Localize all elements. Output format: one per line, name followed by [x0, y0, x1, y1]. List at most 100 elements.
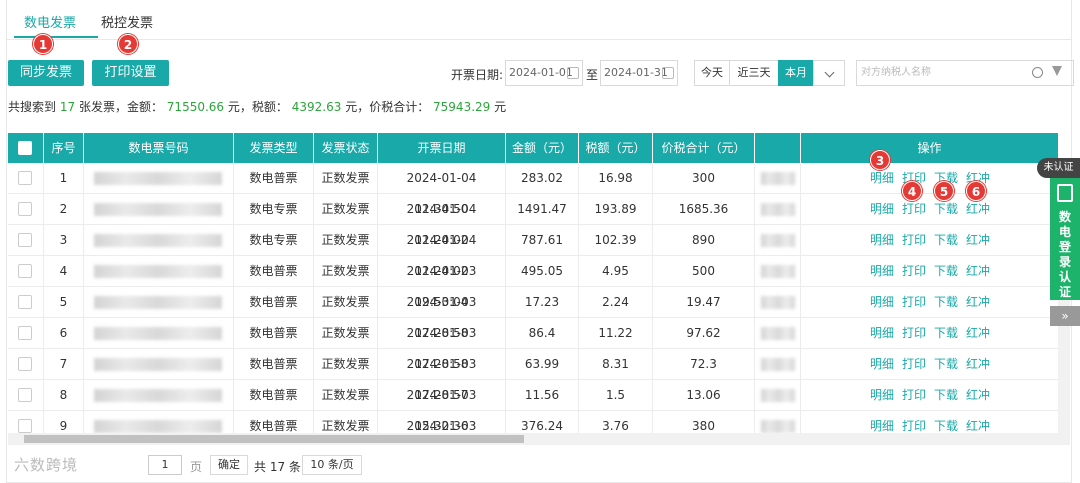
table-row[interactable]: 1 数电普票 正数发票 2024-01-04 11:34:50 283.02 16.98 3… — [8, 163, 1058, 216]
horizontal-scrollbar[interactable] — [8, 433, 1070, 445]
redacted-text — [761, 420, 795, 433]
row-checkbox[interactable] — [18, 419, 32, 433]
redacted-text — [761, 389, 795, 402]
download-link[interactable]: 下载 — [934, 264, 958, 278]
download-link[interactable]: 下载 — [934, 357, 958, 371]
row-checkbox[interactable] — [18, 295, 32, 309]
range-today-button[interactable]: 今天 — [694, 60, 730, 86]
row-actions: 明细 打印 下载 红冲 — [870, 225, 998, 256]
range-dropdown-button[interactable] — [813, 60, 845, 86]
page-size-select[interactable]: 10 条/页 — [302, 455, 362, 475]
print-link[interactable]: 打印 — [902, 326, 926, 340]
detail-link[interactable]: 明细 — [870, 326, 894, 340]
red-reverse-link[interactable]: 红冲 — [966, 419, 990, 433]
print-link[interactable]: 打印 — [902, 419, 926, 433]
download-link[interactable]: 下载 — [934, 233, 958, 247]
row-amount: 283.02 — [506, 163, 579, 194]
row-invoice-number-redacted — [84, 287, 234, 318]
header-total: 价税合计（元） — [653, 133, 755, 163]
row-select-cell — [8, 318, 44, 349]
redacted-text — [761, 358, 795, 371]
detail-link[interactable]: 明细 — [870, 357, 894, 371]
invoice-tabs: 数电发票 税控发票 — [6, 0, 1072, 40]
select-all-checkbox[interactable] — [18, 141, 32, 155]
range-three-days-button[interactable]: 近三天 — [729, 60, 779, 86]
download-link[interactable]: 下载 — [934, 326, 958, 340]
row-invoice-status: 正数发票 — [314, 194, 378, 225]
row-checkbox[interactable] — [18, 326, 32, 340]
row-invoice-type: 数电普票 — [234, 318, 314, 349]
download-link[interactable]: 下载 — [934, 388, 958, 402]
callout-badge-4: 4 — [902, 181, 922, 201]
red-reverse-link[interactable]: 红冲 — [966, 264, 990, 278]
detail-link[interactable]: 明细 — [870, 295, 894, 309]
callout-badge-2: 2 — [118, 34, 138, 54]
table-row[interactable]: 9 数电普票正数发票2024-01-03 13:02:21376.243.7638… — [8, 411, 1058, 433]
tab-digital-invoice[interactable]: 数电发票 — [24, 12, 76, 31]
row-checkbox[interactable] — [18, 264, 32, 278]
red-reverse-link[interactable]: 红冲 — [966, 233, 990, 247]
row-total: 1685.36 — [653, 194, 755, 225]
collapse-panel-button[interactable]: » — [1050, 306, 1080, 326]
table-row[interactable]: 6 数电普票 正数发票 2024-01-03 17:28:58 86.4 11.22 97.… — [8, 318, 1058, 371]
row-checkbox[interactable] — [18, 171, 32, 185]
table-row[interactable]: 8 数电普票 正数发票 2024-01-03 15:32:36 11.56 1.5 13.0… — [8, 380, 1058, 433]
red-reverse-link[interactable]: 红冲 — [966, 388, 990, 402]
range-this-month-button[interactable]: 本月 — [778, 60, 814, 86]
redacted-text — [94, 172, 222, 185]
print-link[interactable]: 打印 — [902, 264, 926, 278]
date-range-separator: 至 — [586, 68, 599, 82]
row-tax: 11.22 — [579, 318, 653, 349]
calendar-icon — [662, 67, 674, 79]
digital-login-auth-button[interactable]: 数电登录认证 — [1050, 178, 1080, 300]
row-tax: 3.76 — [579, 411, 653, 433]
header-issue-date: 开票日期 — [378, 133, 506, 163]
row-checkbox[interactable] — [18, 233, 32, 247]
detail-link[interactable]: 明细 — [870, 202, 894, 216]
row-counterparty-redacted — [755, 287, 801, 318]
download-link[interactable]: 下载 — [934, 419, 958, 433]
red-reverse-link[interactable]: 红冲 — [966, 357, 990, 371]
row-checkbox[interactable] — [18, 202, 32, 216]
redacted-text — [94, 203, 222, 216]
counterparty-search-input[interactable]: 对方纳税人名称 — [856, 60, 1074, 86]
summary-amount: 71550.66 — [166, 100, 225, 114]
print-settings-button[interactable]: 打印设置 — [92, 60, 169, 86]
table-row[interactable]: 5 数电普票 正数发票 2024-01-03 17:28:58 17.23 2.24 19.… — [8, 287, 1058, 340]
start-date-input[interactable]: 2024-01-01 — [505, 60, 583, 86]
detail-link[interactable]: 明细 — [870, 264, 894, 278]
page-confirm-button[interactable]: 确定 — [210, 455, 248, 475]
print-link[interactable]: 打印 — [902, 388, 926, 402]
row-select-cell — [8, 287, 44, 318]
filter-icon[interactable] — [1052, 66, 1062, 76]
red-reverse-link[interactable]: 红冲 — [966, 202, 990, 216]
print-link[interactable]: 打印 — [902, 202, 926, 216]
row-checkbox[interactable] — [18, 388, 32, 402]
red-reverse-link[interactable]: 红冲 — [966, 295, 990, 309]
detail-link[interactable]: 明细 — [870, 171, 894, 185]
table-row[interactable]: 7 数电普票 正数发票 2024-01-03 17:28:57 63.99 8.31 72.… — [8, 349, 1058, 402]
table-row[interactable]: 2 数电专票 正数发票 2024-01-04 11:24:02 1491.47 193.8… — [8, 194, 1058, 247]
sync-invoice-button[interactable]: 同步发票 — [8, 60, 84, 86]
red-reverse-link[interactable]: 红冲 — [966, 326, 990, 340]
end-date-input[interactable]: 2024-01-31 — [600, 60, 678, 86]
page-number-input[interactable]: 1 — [148, 455, 182, 475]
search-icon[interactable] — [1032, 67, 1043, 78]
print-link[interactable]: 打印 — [902, 295, 926, 309]
row-invoice-number-redacted — [84, 256, 234, 287]
start-date-value: 2024-01-01 — [509, 66, 573, 79]
row-checkbox[interactable] — [18, 357, 32, 371]
detail-link[interactable]: 明细 — [870, 419, 894, 433]
print-link[interactable]: 打印 — [902, 233, 926, 247]
detail-link[interactable]: 明细 — [870, 388, 894, 402]
horizontal-scroll-thumb[interactable] — [24, 435, 524, 443]
table-row[interactable]: 4 数电普票 正数发票 2024-01-03 19:53:04 495.05 4.95 50… — [8, 256, 1058, 309]
download-link[interactable]: 下载 — [934, 202, 958, 216]
detail-link[interactable]: 明细 — [870, 233, 894, 247]
row-invoice-status: 正数发票 — [314, 287, 378, 318]
print-link[interactable]: 打印 — [902, 357, 926, 371]
download-link[interactable]: 下载 — [934, 295, 958, 309]
tab-taxcontrol-invoice[interactable]: 税控发票 — [101, 12, 153, 31]
table-row[interactable]: 3 数电专票 正数发票 2024-01-04 11:24:02 787.61 102.39… — [8, 225, 1058, 278]
redacted-text — [761, 265, 795, 278]
